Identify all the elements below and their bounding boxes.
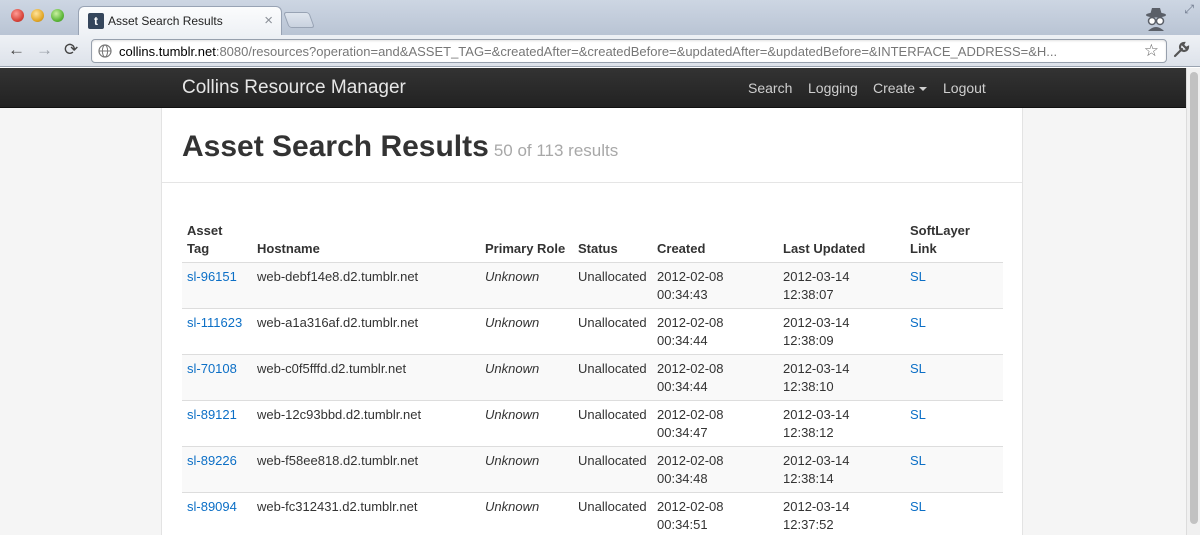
page-viewport: Collins Resource Manager Search Logging … <box>0 68 1186 535</box>
minimize-window-button[interactable] <box>31 9 44 22</box>
page-header: Asset Search Results 50 of 113 results <box>162 108 1022 183</box>
role-cell: Unknown <box>480 400 573 447</box>
table-header-row: Asset Tag Hostname Primary Role Status Cr… <box>182 218 1003 263</box>
status-cell: Unallocated <box>573 262 652 309</box>
page-scrollbar[interactable] <box>1186 68 1200 535</box>
nav-create-label: Create <box>873 80 916 96</box>
content-container: Asset Search Results 50 of 113 results As… <box>161 108 1023 535</box>
updated-cell: 2012-03-14 12:38:09 <box>778 308 905 355</box>
result-count: 50 of 113 results <box>493 141 619 160</box>
nav-logout-link[interactable]: Logout <box>943 80 986 96</box>
asset-tag-link[interactable]: sl-89121 <box>187 407 237 422</box>
nav-search-link[interactable]: Search <box>748 80 792 96</box>
asset-tag-link[interactable]: sl-89094 <box>187 499 237 514</box>
col-created[interactable]: Created <box>652 218 778 263</box>
asset-tag-link[interactable]: sl-89226 <box>187 453 237 468</box>
softlayer-link[interactable]: SL <box>910 499 926 514</box>
tab-title: Asset Search Results <box>108 14 223 28</box>
incognito-icon <box>1146 8 1166 31</box>
asset-tag-link[interactable]: sl-96151 <box>187 269 237 284</box>
status-cell: Unallocated <box>573 492 652 535</box>
col-primary-role[interactable]: Primary Role <box>480 218 573 263</box>
role-cell: Unknown <box>480 446 573 493</box>
updated-cell: 2012-03-14 12:38:14 <box>778 446 905 493</box>
top-navbar: Collins Resource Manager Search Logging … <box>0 68 1186 108</box>
globe-icon <box>98 44 112 58</box>
col-last-updated[interactable]: Last Updated <box>778 218 905 263</box>
table-row: sl-89094 web-fc312431.d2.tumblr.net Unkn… <box>182 492 1003 535</box>
role-cell: Unknown <box>480 492 573 535</box>
scrollbar-thumb[interactable] <box>1190 72 1198 524</box>
col-asset-tag[interactable]: Asset Tag <box>182 218 252 263</box>
url-path: :8080/resources?operation=and&ASSET_TAG=… <box>215 44 1058 59</box>
col-hostname[interactable]: Hostname <box>252 218 480 263</box>
softlayer-link[interactable]: SL <box>910 269 926 284</box>
role-cell: Unknown <box>480 262 573 309</box>
address-bar[interactable]: collins.tumblr.net:8080/resources?operat… <box>91 39 1167 63</box>
tab-close-icon[interactable]: × <box>264 12 273 29</box>
close-window-button[interactable] <box>11 9 24 22</box>
browser-tabstrip: t Asset Search Results × ⤢ <box>0 0 1200 35</box>
role-cell: Unknown <box>480 308 573 355</box>
fullscreen-icon[interactable]: ⤢ <box>1184 2 1194 17</box>
created-cell: 2012-02-08 00:34:43 <box>652 262 778 309</box>
created-cell: 2012-02-08 00:34:51 <box>652 492 778 535</box>
wrench-icon[interactable] <box>1172 41 1190 59</box>
hostname-cell: web-a1a316af.d2.tumblr.net <box>252 308 480 355</box>
url-text[interactable]: collins.tumblr.net:8080/resources?operat… <box>119 44 1131 59</box>
bookmark-star-icon[interactable]: ☆ <box>1144 41 1159 61</box>
created-cell: 2012-02-08 00:34:48 <box>652 446 778 493</box>
status-cell: Unallocated <box>573 308 652 355</box>
tumblr-favicon-icon: t <box>88 13 104 29</box>
created-cell: 2012-02-08 00:34:47 <box>652 400 778 447</box>
hostname-cell: web-debf14e8.d2.tumblr.net <box>252 262 480 309</box>
asset-tag-link[interactable]: sl-111623 <box>187 315 242 330</box>
softlayer-link[interactable]: SL <box>910 315 926 330</box>
updated-cell: 2012-03-14 12:38:07 <box>778 262 905 309</box>
hostname-cell: web-fc312431.d2.tumblr.net <box>252 492 480 535</box>
softlayer-link[interactable]: SL <box>910 453 926 468</box>
created-cell: 2012-02-08 00:34:44 <box>652 354 778 401</box>
page-title-text: Asset Search Results <box>182 130 489 163</box>
status-cell: Unallocated <box>573 446 652 493</box>
forward-button[interactable]: → <box>36 40 53 60</box>
col-status[interactable]: Status <box>573 218 652 263</box>
updated-cell: 2012-03-14 12:38:12 <box>778 400 905 447</box>
browser-tab[interactable]: t Asset Search Results × <box>78 6 282 35</box>
role-cell: Unknown <box>480 354 573 401</box>
nav-create-dropdown[interactable]: Create <box>873 80 928 96</box>
softlayer-link[interactable]: SL <box>910 407 926 422</box>
table-row: sl-96151 web-debf14e8.d2.tumblr.net Unkn… <box>182 262 1003 309</box>
browser-toolbar: ← → ⟳ collins.tumblr.net:8080/resources?… <box>0 35 1200 67</box>
hostname-cell: web-f58ee818.d2.tumblr.net <box>252 446 480 493</box>
table-row: sl-70108 web-c0f5fffd.d2.tumblr.net Unkn… <box>182 354 1003 401</box>
created-cell: 2012-02-08 00:34:44 <box>652 308 778 355</box>
back-button[interactable]: ← <box>8 40 25 60</box>
table-row: sl-111623 web-a1a316af.d2.tumblr.net Unk… <box>182 308 1003 355</box>
col-softlayer-link[interactable]: SoftLayer Link <box>905 218 1003 263</box>
url-host: collins.tumblr.net <box>119 44 216 59</box>
new-tab-button[interactable] <box>283 12 315 28</box>
caret-down-icon <box>919 87 928 91</box>
table-row: sl-89121 web-12c93bbd.d2.tumblr.net Unkn… <box>182 400 1003 447</box>
status-cell: Unallocated <box>573 354 652 401</box>
asset-tag-link[interactable]: sl-70108 <box>187 361 237 376</box>
hostname-cell: web-12c93bbd.d2.tumblr.net <box>252 400 480 447</box>
updated-cell: 2012-03-14 12:37:52 <box>778 492 905 535</box>
reload-button[interactable]: ⟳ <box>64 40 78 60</box>
hostname-cell: web-c0f5fffd.d2.tumblr.net <box>252 354 480 401</box>
status-cell: Unallocated <box>573 400 652 447</box>
results-table: Asset Tag Hostname Primary Role Status Cr… <box>182 218 1003 535</box>
softlayer-link[interactable]: SL <box>910 361 926 376</box>
zoom-window-button[interactable] <box>51 9 64 22</box>
updated-cell: 2012-03-14 12:38:10 <box>778 354 905 401</box>
brand-logo-text[interactable]: Collins Resource Manager <box>182 77 406 99</box>
page-title: Asset Search Results 50 of 113 results <box>182 130 618 164</box>
nav-logging-link[interactable]: Logging <box>808 80 858 96</box>
table-row: sl-89226 web-f58ee818.d2.tumblr.net Unkn… <box>182 446 1003 493</box>
